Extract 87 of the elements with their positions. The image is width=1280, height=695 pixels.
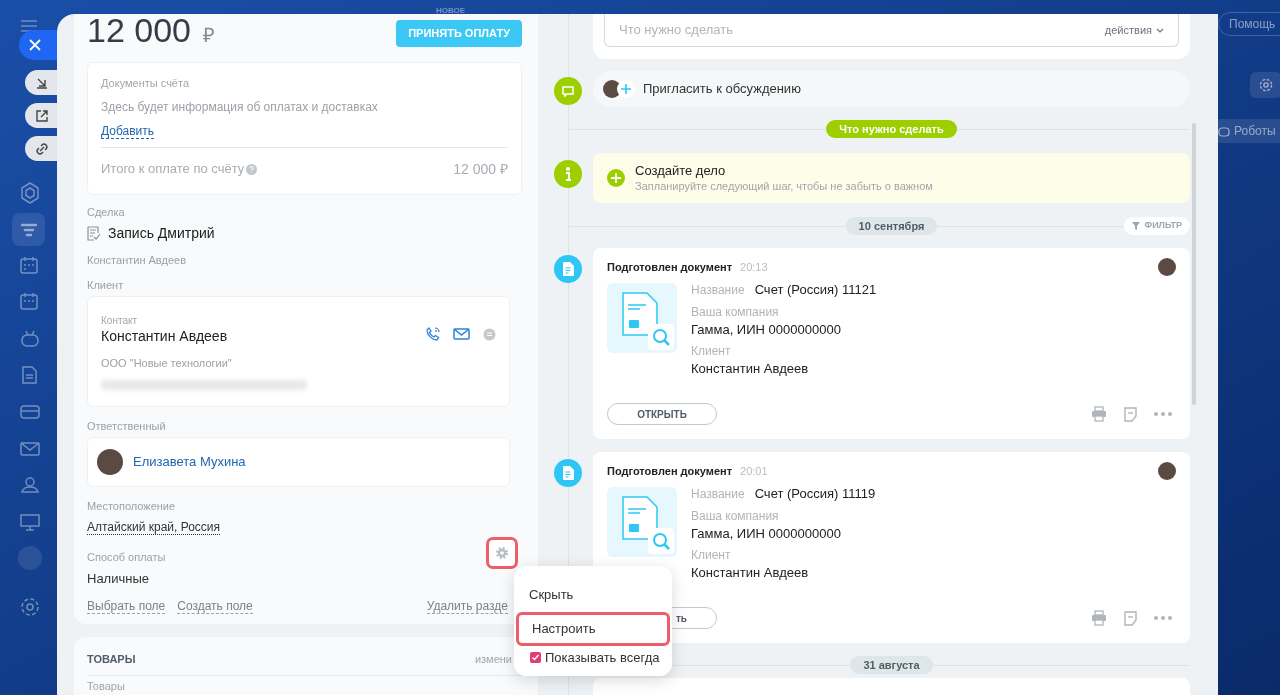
create-task-title: Создайте дело (635, 163, 727, 179)
field-label: Клиент (691, 546, 732, 564)
note-icon[interactable] (1123, 406, 1138, 422)
field-label: Сделка (87, 204, 125, 219)
mail-icon[interactable] (453, 328, 470, 340)
field-label: Местоположение (87, 499, 176, 513)
filter-icon (1132, 222, 1141, 230)
company-value: Гамма, ИИН 0000000000 (691, 320, 842, 338)
field-label: Клиент (691, 342, 732, 360)
plus-icon (617, 80, 635, 98)
total-label: Итого к оплате по счёту (101, 160, 245, 179)
gear-icon (1259, 78, 1273, 92)
menu-item[interactable]: Настроить (516, 612, 670, 646)
checklist-icon (87, 225, 101, 241)
deal-name[interactable]: Запись Дмитрий (108, 222, 215, 244)
invite-button[interactable]: Пригласить к обсуждению (593, 71, 1190, 107)
printer-icon[interactable] (1091, 406, 1107, 422)
amount: 12 000 (87, 14, 191, 51)
deal-subtitle: Константин Авдеев (87, 252, 188, 268)
field-label: Название (691, 485, 745, 503)
responsible-name[interactable]: Елизавета Мухина (133, 452, 246, 472)
chat-icon (554, 77, 582, 105)
client-value: Константин Авдеев (691, 563, 810, 581)
note-icon[interactable] (1123, 610, 1138, 626)
external-link-icon (35, 108, 49, 123)
section-title: ТОВАРЫ (87, 651, 136, 667)
contact-label: Контакт (101, 315, 138, 327)
funnel-icon[interactable] (12, 213, 45, 246)
help-icon[interactable] (246, 163, 258, 175)
company-name: ООО "Новые технологии" (101, 356, 233, 371)
date-badge: 10 сентября (845, 217, 938, 235)
section-link[interactable]: Создать поле (177, 598, 253, 614)
todo-placeholder: Что нужно сделать (619, 21, 733, 40)
create-task-card[interactable]: Создайте дело Запланируйте следующий шаг, чтобы не забыть о важном (593, 153, 1190, 203)
download-button[interactable] (25, 70, 59, 95)
event-time: 20:13 (740, 260, 768, 275)
field-label: Ответственный (87, 419, 166, 433)
info-text: Здесь будет информация об оплатах и доставках (101, 98, 379, 116)
client-value: Константин Авдеев (691, 359, 810, 377)
todo-field[interactable]: Что нужно сделать действия (604, 14, 1179, 47)
menu-item[interactable]: Скрыть (516, 578, 670, 612)
contact-name[interactable]: Константин Авдеев (101, 327, 228, 345)
stage-badge: Что нужно сделать (826, 120, 957, 138)
actions-button[interactable]: действия (1104, 21, 1164, 39)
document-name: Счет (Россия) 11119 (754, 484, 876, 502)
section-link[interactable]: Выбрать поле (87, 598, 166, 614)
delete-section-link[interactable]: Удалить разде (426, 598, 508, 614)
more-icon[interactable] (1154, 412, 1172, 416)
field-label: Способ оплаты (87, 550, 166, 564)
plus-circle-icon (607, 169, 625, 187)
event-time: 20:01 (740, 464, 768, 479)
phone-icon[interactable] (426, 327, 440, 341)
document-search-icon[interactable] (607, 486, 677, 557)
currency: ₽ (203, 23, 215, 48)
add-link[interactable]: Добавить (101, 123, 155, 139)
settings-button[interactable] (1250, 72, 1280, 98)
total-value: 12 000 ₽ (453, 159, 508, 179)
create-task-hint: Запланируйте следующий шаг, чтобы не забыть о важном (635, 179, 933, 193)
external-link-button[interactable] (25, 103, 59, 128)
checkbox-label[interactable]: Показывать всегда (545, 648, 660, 668)
section-title: Документы счёта (101, 76, 191, 91)
chat-icon[interactable] (483, 327, 496, 341)
checkbox[interactable] (530, 652, 541, 664)
info-icon (554, 160, 582, 188)
date-badge: 31 августа (850, 656, 933, 674)
gear-icon (496, 547, 508, 559)
link-icon (35, 141, 49, 156)
event-title: Подготовлен документ (607, 260, 733, 275)
field-label: Ваша компания (691, 303, 780, 321)
chevron-down-icon (1156, 27, 1164, 33)
location-value[interactable]: Алтайский край, Россия (87, 520, 221, 535)
close-icon (29, 39, 41, 51)
field-label: Клиент (87, 278, 124, 292)
document-search-icon[interactable] (607, 282, 677, 353)
link-button[interactable] (25, 136, 59, 161)
printer-icon[interactable] (1091, 610, 1107, 626)
field-label: Название (691, 281, 745, 299)
event-title: Подготовлен документ (607, 464, 733, 479)
close-button[interactable] (19, 30, 59, 60)
more-icon[interactable] (1154, 616, 1172, 620)
field-label: Ваша компания (691, 507, 780, 525)
company-value: Гамма, ИИН 0000000000 (691, 524, 842, 542)
payment-method-value: Наличные (87, 570, 150, 588)
document-name: Счет (Россия) 11121 (754, 280, 877, 298)
settings-button[interactable] (486, 537, 518, 569)
new-label: НОВОЕ (436, 6, 466, 16)
products-label: Товары (87, 680, 126, 692)
